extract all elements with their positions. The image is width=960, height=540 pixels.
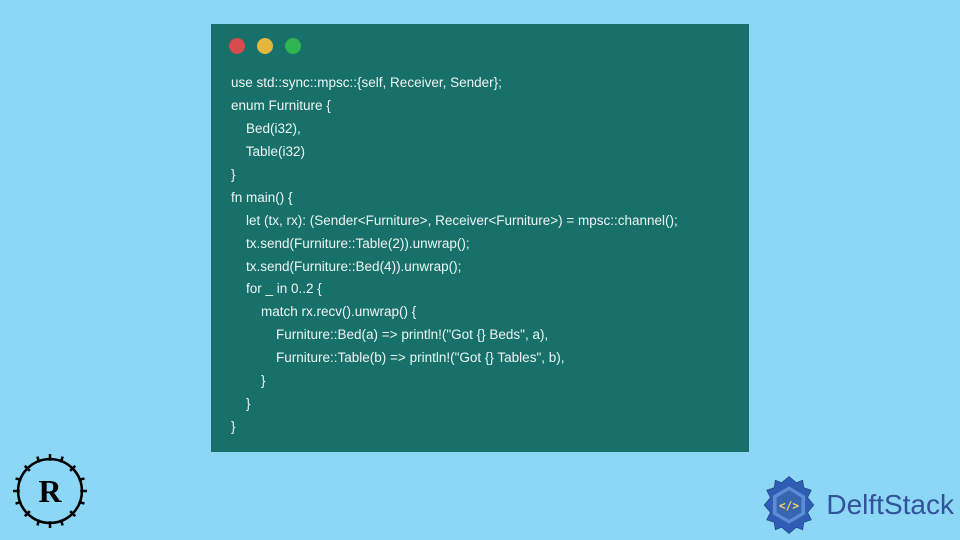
code-line: Furniture::Bed(a) => println!("Got {} Be… [231, 327, 548, 342]
code-line: } [231, 396, 251, 411]
code-window: use std::sync::mpsc::{self, Receiver, Se… [211, 24, 749, 452]
code-line: let (tx, rx): (Sender<Furniture>, Receiv… [231, 213, 678, 228]
maximize-dot-icon [285, 38, 301, 54]
code-line: } [231, 167, 236, 182]
code-line: Furniture::Table(b) => println!("Got {} … [231, 350, 565, 365]
delftstack-logo: </> DelftStack [758, 474, 954, 536]
code-line: tx.send(Furniture::Table(2)).unwrap(); [231, 236, 470, 251]
code-line: tx.send(Furniture::Bed(4)).unwrap(); [231, 259, 461, 274]
delftstack-text: DelftStack [826, 489, 954, 521]
code-line: match rx.recv().unwrap() { [231, 304, 416, 319]
svg-text:</>: </> [779, 499, 799, 512]
window-titlebar [211, 24, 749, 68]
code-line: Bed(i32), [231, 121, 301, 136]
close-dot-icon [229, 38, 245, 54]
delftstack-badge-icon: </> [758, 474, 820, 536]
code-block: use std::sync::mpsc::{self, Receiver, Se… [211, 68, 749, 455]
code-line: enum Furniture { [231, 98, 331, 113]
code-line: } [231, 419, 236, 434]
code-line: } [231, 373, 266, 388]
code-line: Table(i32) [231, 144, 305, 159]
minimize-dot-icon [257, 38, 273, 54]
rust-logo-icon: R [8, 449, 92, 538]
code-line: fn main() { [231, 190, 293, 205]
code-line: for _ in 0..2 { [231, 281, 322, 296]
svg-text:R: R [38, 474, 62, 509]
code-line: use std::sync::mpsc::{self, Receiver, Se… [231, 75, 502, 90]
